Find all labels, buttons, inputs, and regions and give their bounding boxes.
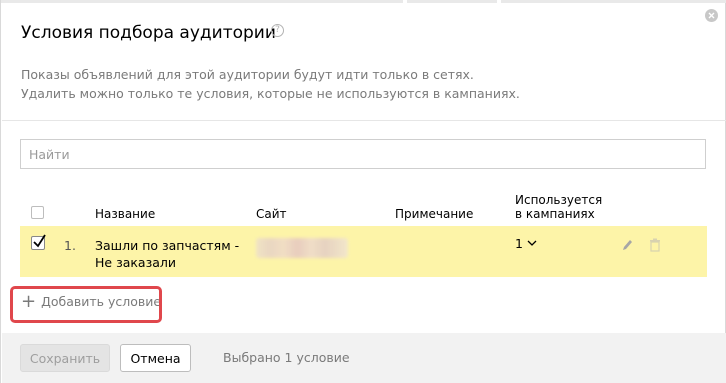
chevron-down-icon bbox=[527, 240, 537, 246]
column-header-name: Название bbox=[95, 207, 156, 221]
save-button[interactable]: Сохранить bbox=[20, 344, 110, 372]
row-condition-name: Зашли по запчастям - Не заказали bbox=[95, 237, 239, 271]
row-name-line-1: Зашли по запчастям - bbox=[95, 238, 240, 253]
audience-conditions-dialog: Условия подбора аудитории ? Показы объяв… bbox=[0, 0, 726, 383]
dialog-description: Показы объявлений для этой аудитории буд… bbox=[21, 65, 520, 103]
cancel-button[interactable]: Отмена bbox=[120, 344, 191, 372]
add-condition-button[interactable]: + Добавить условие bbox=[21, 290, 162, 312]
divider bbox=[2, 120, 726, 121]
column-header-site: Сайт bbox=[256, 207, 287, 221]
add-condition-label: Добавить условие bbox=[41, 294, 162, 309]
column-header-note: Примечание bbox=[395, 207, 474, 221]
dialog-footer bbox=[2, 333, 726, 383]
column-header-used: Используется в кампаниях bbox=[515, 193, 602, 221]
description-line-2: Удалить можно только те условия, которые… bbox=[21, 86, 520, 101]
pencil-icon[interactable] bbox=[621, 237, 633, 251]
top-border-strip bbox=[1, 0, 726, 3]
row-checkbox[interactable] bbox=[31, 234, 46, 250]
search-input[interactable] bbox=[20, 139, 706, 169]
trash-icon bbox=[649, 237, 661, 252]
row-site-redacted bbox=[256, 238, 348, 258]
select-all-checkbox[interactable] bbox=[31, 206, 44, 219]
close-icon[interactable] bbox=[705, 9, 718, 22]
help-icon[interactable]: ? bbox=[271, 24, 284, 37]
plus-icon: + bbox=[21, 290, 37, 312]
usage-dropdown[interactable]: 1 bbox=[515, 236, 537, 251]
row-number: 1. bbox=[64, 238, 76, 253]
description-line-1: Показы объявлений для этой аудитории буд… bbox=[21, 67, 474, 82]
dialog-title: Условия подбора аудитории bbox=[21, 23, 276, 43]
column-header-used-line-2: в кампаниях bbox=[515, 207, 595, 221]
selected-count-text: Выбрано 1 условие bbox=[223, 350, 350, 365]
column-header-used-line-1: Используется bbox=[515, 193, 603, 207]
usage-count: 1 bbox=[515, 236, 523, 251]
row-name-line-2: Не заказали bbox=[95, 255, 176, 270]
